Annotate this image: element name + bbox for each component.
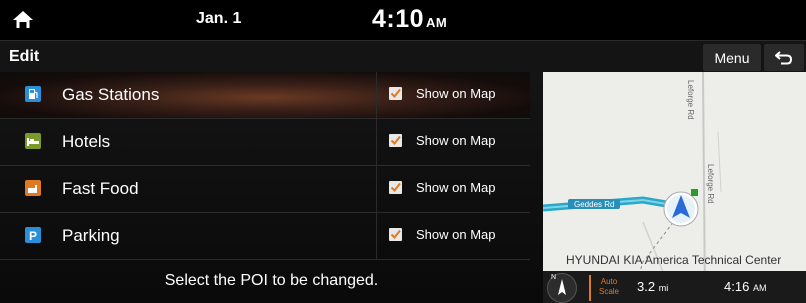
show-on-map-checkbox[interactable] <box>389 87 402 100</box>
map-canvas <box>543 72 722 303</box>
screen-header: Edit Menu <box>0 40 806 73</box>
gas-station-icon <box>25 86 41 102</box>
poi-list: Gas Stations Show on Map Hotels Show on … <box>0 72 543 303</box>
checkbox-label: Show on Map <box>416 86 496 101</box>
show-on-map-checkbox[interactable] <box>389 228 402 241</box>
road-label-geddes: Geddes Rd <box>574 200 615 209</box>
distance-unit: mi <box>658 283 669 293</box>
checkbox-label: Show on Map <box>416 133 496 148</box>
compass-icon[interactable]: N <box>547 273 577 303</box>
instruction-text: Select the POI to be changed. <box>164 272 379 289</box>
back-button[interactable] <box>764 44 804 71</box>
map-view[interactable]: Leforge Rd Leforge Rd Geddes Rd HYUNDAI … <box>543 72 806 303</box>
clock-time: 4:10 <box>372 5 425 33</box>
place-label: HYUNDAI KIA America Technical Center <box>566 253 782 267</box>
poi-row-parking[interactable]: P Parking Show on Map <box>0 213 530 260</box>
poi-row-gas-stations[interactable]: Gas Stations Show on Map <box>0 72 530 119</box>
eta-value: 4:16 <box>724 279 750 294</box>
road-label: Leforge Rd <box>706 164 715 204</box>
show-on-map-checkbox[interactable] <box>389 181 402 194</box>
map-info-bar: N Auto Scale 3.2 mi 4:16 AM <box>543 271 806 303</box>
hotel-bed-icon <box>25 133 41 149</box>
fast-food-icon <box>25 180 41 196</box>
poi-label: Fast Food <box>62 179 139 198</box>
divider <box>376 119 377 165</box>
menu-button[interactable]: Menu <box>703 44 761 71</box>
clock: 4:10 AM <box>372 5 447 34</box>
parking-icon: P <box>25 227 41 243</box>
auto-scale-button[interactable]: Auto Scale <box>589 275 627 301</box>
back-arrow-icon <box>775 50 793 64</box>
show-on-map-checkbox[interactable] <box>389 134 402 147</box>
menu-button-label: Menu <box>714 49 750 66</box>
date-label: Jan. 1 <box>196 10 242 27</box>
page-title: Edit <box>9 48 40 65</box>
remaining-distance: 3.2 mi <box>637 279 668 294</box>
divider <box>376 166 377 212</box>
poi-row-fast-food[interactable]: Fast Food Show on Map <box>0 166 530 213</box>
poi-label: Gas Stations <box>62 85 160 104</box>
poi-label: Parking <box>62 226 120 245</box>
eta-time: 4:16 AM <box>724 279 766 294</box>
svg-text:P: P <box>29 229 37 243</box>
compass-label: N <box>551 274 557 281</box>
status-bar: Jan. 1 4:10 AM <box>0 0 806 40</box>
poi-row-hotels[interactable]: Hotels Show on Map <box>0 119 530 166</box>
poi-label: Hotels <box>62 132 111 151</box>
divider <box>376 72 377 118</box>
home-icon[interactable] <box>11 8 35 32</box>
auto-scale-label: Auto Scale <box>598 277 619 296</box>
checkbox-label: Show on Map <box>416 180 496 195</box>
clock-ampm: AM <box>426 15 448 30</box>
checkbox-label: Show on Map <box>416 227 496 242</box>
distance-value: 3.2 <box>637 279 656 294</box>
eta-unit: AM <box>752 283 767 293</box>
road-label: Leforge Rd <box>686 80 695 120</box>
divider <box>376 213 377 259</box>
